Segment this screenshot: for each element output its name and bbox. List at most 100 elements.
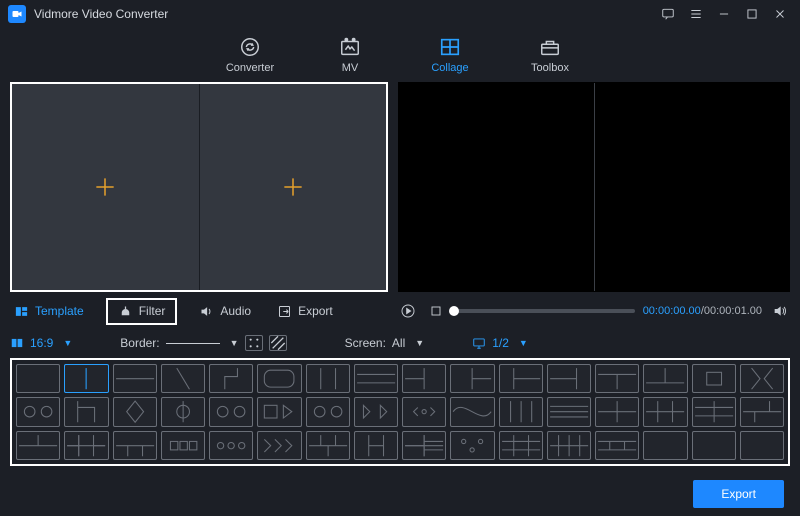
chevron-down-icon: ▼ (515, 338, 528, 348)
page-value: 1/2 (492, 336, 509, 350)
tab-export[interactable]: Export (273, 302, 337, 321)
template-thumb[interactable] (209, 397, 253, 426)
template-thumb[interactable] (402, 364, 446, 393)
template-thumb[interactable] (161, 364, 205, 393)
tab-label: Collage (431, 62, 468, 74)
template-thumb[interactable] (692, 364, 736, 393)
aspect-value: 16:9 (30, 336, 53, 350)
template-thumb[interactable] (547, 431, 591, 460)
template-thumb[interactable] (64, 364, 108, 393)
template-thumb[interactable] (113, 431, 157, 460)
template-thumb[interactable] (64, 397, 108, 426)
tab-label: Converter (226, 62, 274, 74)
border-style-hatch[interactable] (269, 335, 287, 351)
template-thumb[interactable] (643, 431, 687, 460)
template-thumb[interactable] (692, 431, 736, 460)
tab-label: Template (35, 304, 84, 318)
template-thumb[interactable] (161, 431, 205, 460)
template-thumb[interactable] (547, 364, 591, 393)
template-thumb[interactable] (499, 364, 543, 393)
template-thumb[interactable] (595, 364, 639, 393)
template-thumb[interactable] (547, 397, 591, 426)
tab-template[interactable]: Template (10, 302, 88, 321)
template-thumb[interactable] (692, 397, 736, 426)
template-thumb[interactable] (113, 397, 157, 426)
tab-audio[interactable]: Audio (195, 302, 255, 321)
tab-label: Filter (139, 304, 166, 318)
screen-selector[interactable]: Screen: All ▼ (345, 336, 425, 350)
tab-collage[interactable]: Collage (420, 36, 480, 74)
time-current: 00:00:00.00 (643, 305, 701, 317)
template-grid-wrap (10, 358, 790, 466)
collage-dropzone-2[interactable] (200, 84, 387, 290)
template-thumb[interactable] (643, 397, 687, 426)
screen-label: Screen: (345, 336, 386, 350)
template-thumb[interactable] (595, 431, 639, 460)
feedback-icon[interactable] (654, 2, 682, 26)
mode-tabs: Template Filter Audio Export (10, 298, 388, 325)
toolbox-icon (539, 36, 561, 58)
template-thumb[interactable] (740, 397, 784, 426)
aspect-selector[interactable]: 16:9 ▼ (10, 336, 72, 350)
tab-mv[interactable]: MV (320, 36, 380, 74)
seek-bar[interactable] (454, 309, 635, 313)
template-thumb[interactable] (16, 397, 60, 426)
menu-icon[interactable] (682, 2, 710, 26)
template-thumb[interactable] (740, 431, 784, 460)
template-thumb[interactable] (740, 364, 784, 393)
template-thumb[interactable] (643, 364, 687, 393)
template-thumb[interactable] (306, 431, 350, 460)
preview-pane (398, 82, 790, 292)
export-button[interactable]: Export (693, 480, 784, 508)
template-thumb[interactable] (354, 397, 398, 426)
template-thumb[interactable] (499, 397, 543, 426)
titlebar: Vidmore Video Converter (0, 0, 800, 28)
border-selector[interactable]: Border: ▼ (120, 335, 286, 351)
screen-value: All (392, 336, 405, 350)
template-thumb[interactable] (402, 431, 446, 460)
template-thumb[interactable] (257, 431, 301, 460)
maximize-icon[interactable] (738, 2, 766, 26)
template-thumb[interactable] (257, 364, 301, 393)
template-thumb[interactable] (209, 431, 253, 460)
volume-icon[interactable] (770, 301, 790, 321)
template-thumb[interactable] (450, 397, 494, 426)
play-button[interactable] (398, 301, 418, 321)
aspect-icon (10, 336, 24, 350)
template-thumb[interactable] (450, 364, 494, 393)
template-thumb[interactable] (161, 397, 205, 426)
template-thumb[interactable] (354, 364, 398, 393)
stop-button[interactable] (426, 301, 446, 321)
preview-cell-2 (595, 83, 790, 291)
border-style-dots[interactable] (245, 335, 263, 351)
template-thumb[interactable] (402, 397, 446, 426)
template-thumb[interactable] (113, 364, 157, 393)
collage-dropzone-1[interactable] (12, 84, 200, 290)
page-selector[interactable]: 1/2 ▼ (472, 336, 528, 350)
template-thumb[interactable] (306, 364, 350, 393)
template-thumb[interactable] (16, 364, 60, 393)
seek-knob[interactable] (449, 306, 459, 316)
template-thumb[interactable] (257, 397, 301, 426)
template-thumb[interactable] (354, 431, 398, 460)
template-thumb[interactable] (16, 431, 60, 460)
converter-icon (239, 36, 261, 58)
template-thumb[interactable] (499, 431, 543, 460)
chevron-down-icon: ▼ (59, 338, 72, 348)
template-grid (16, 364, 784, 460)
template-thumb[interactable] (595, 397, 639, 426)
tab-label: MV (342, 62, 359, 74)
tab-label: Export (298, 304, 333, 318)
options-row: 16:9 ▼ Border: ▼ Screen: All ▼ 1/2 ▼ (0, 328, 800, 358)
tab-converter[interactable]: Converter (220, 36, 280, 74)
template-thumb[interactable] (209, 364, 253, 393)
template-thumb[interactable] (64, 431, 108, 460)
template-thumb[interactable] (450, 431, 494, 460)
tab-toolbox[interactable]: Toolbox (520, 36, 580, 74)
border-preview (166, 343, 220, 344)
tab-filter[interactable]: Filter (106, 298, 178, 325)
chevron-down-icon: ▼ (226, 338, 239, 348)
minimize-icon[interactable] (710, 2, 738, 26)
close-icon[interactable] (766, 2, 794, 26)
template-thumb[interactable] (306, 397, 350, 426)
